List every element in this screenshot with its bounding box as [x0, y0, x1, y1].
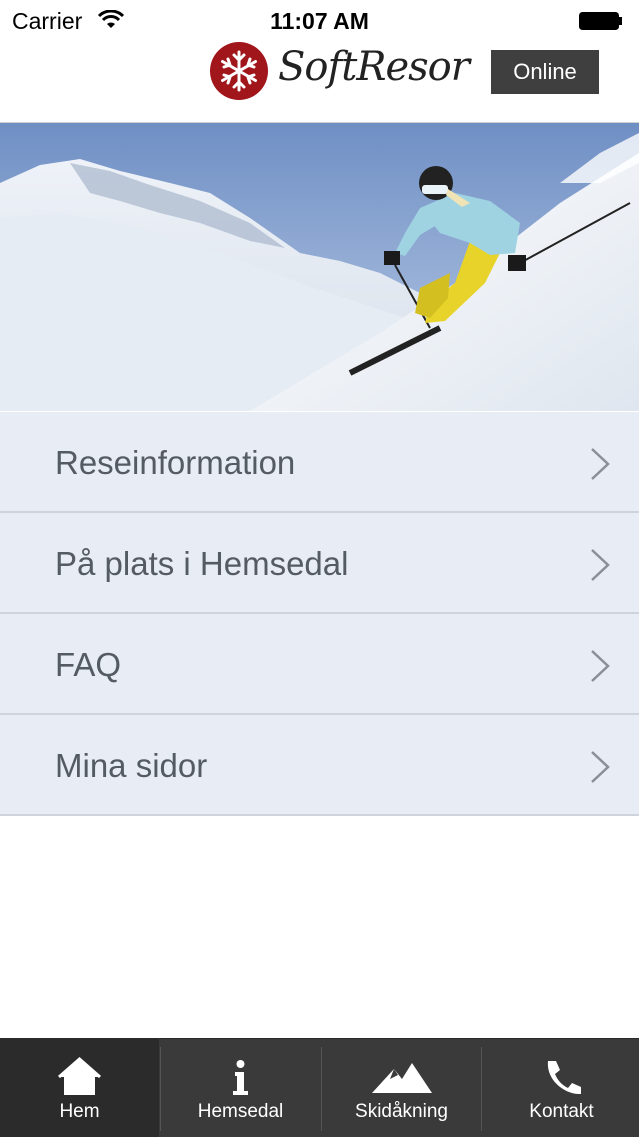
tab-label: Hem [59, 1101, 100, 1122]
menu-item-pa-plats-i-hemsedal[interactable]: På plats i Hemsedal [0, 513, 639, 614]
menu-item-mina-sidor[interactable]: Mina sidor [0, 715, 639, 816]
app-header: SoftResor Online [0, 40, 639, 123]
tab-skidakning[interactable]: Skidåkning [322, 1039, 481, 1137]
clock: 11:07 AM [270, 8, 369, 34]
menu-item-label: Reseinformation [55, 444, 296, 481]
chevron-right-icon [591, 751, 610, 783]
home-icon [58, 1057, 101, 1095]
menu-item-label: På plats i Hemsedal [55, 545, 349, 582]
brand-name: SoftResor [278, 44, 470, 90]
main-menu: Reseinformation På plats i Hemsedal FAQ … [0, 412, 639, 816]
snowflake-logo-icon [210, 42, 268, 100]
mountain-icon [372, 1063, 432, 1093]
online-button[interactable]: Online [491, 50, 599, 94]
tab-bar: Hem Hemsedal Skidåkning Kontakt [0, 1038, 639, 1137]
hero-image [0, 123, 639, 411]
skier-photo [0, 123, 639, 411]
status-bar: Carrier 11:07 AM [0, 0, 639, 40]
tab-label: Skidåkning [355, 1101, 448, 1122]
menu-item-label: Mina sidor [55, 747, 208, 784]
tab-label: Hemsedal [197, 1101, 284, 1122]
tab-hem[interactable]: Hem [0, 1039, 159, 1137]
chevron-right-icon [591, 650, 610, 682]
menu-item-faq[interactable]: FAQ [0, 614, 639, 715]
tab-label: Kontakt [529, 1101, 594, 1122]
menu-item-reseinformation[interactable]: Reseinformation [0, 412, 639, 513]
tab-kontakt[interactable]: Kontakt [482, 1039, 639, 1137]
tab-hemsedal[interactable]: Hemsedal [161, 1039, 320, 1137]
phone-icon [547, 1061, 581, 1095]
chevron-right-icon [591, 448, 610, 480]
info-icon [233, 1060, 248, 1095]
menu-item-label: FAQ [55, 646, 122, 683]
softresor-logo: SoftResor [208, 40, 470, 106]
battery-icon [579, 12, 622, 30]
chevron-right-icon [591, 549, 610, 581]
